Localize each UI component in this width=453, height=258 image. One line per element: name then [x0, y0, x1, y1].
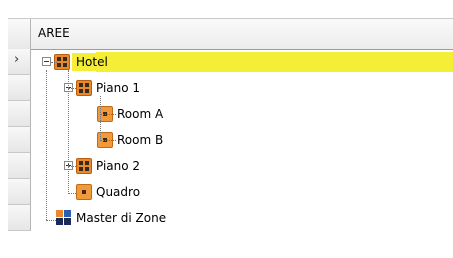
- master-zone-icon-square: [56, 217, 63, 225]
- tree-connector-line: [51, 62, 57, 63]
- tree-node-label: Room A: [117, 106, 164, 121]
- tree-row-hotel[interactable]: › Hotel: [8, 49, 453, 75]
- grid-header: AREE: [8, 18, 453, 50]
- master-zone-icon-square: [64, 209, 71, 217]
- tree-node-master-di-zone[interactable]: Master di Zone: [56, 205, 166, 230]
- tree-node-label: Room B: [117, 132, 164, 147]
- tree-node-label: Master di Zone: [76, 210, 167, 225]
- tree-connector-line: [68, 88, 76, 89]
- tree-row-master-di-zone[interactable]: Master di Zone: [8, 205, 453, 231]
- tree-connector-line: [100, 96, 101, 141]
- grid-orange-icon: [76, 157, 92, 174]
- tree-row-quadro[interactable]: Quadro: [8, 179, 453, 205]
- tree-node-quadro[interactable]: Quadro: [76, 179, 140, 204]
- row-selector[interactable]: [8, 101, 31, 127]
- selection-highlight: [96, 52, 453, 72]
- row-selector[interactable]: [8, 205, 31, 231]
- row-selector[interactable]: [8, 127, 31, 153]
- tree-connector-line: [68, 193, 76, 194]
- tree-connector-line: [46, 70, 47, 220]
- tree-connector-line: [100, 114, 116, 115]
- collapse-icon[interactable]: [42, 57, 51, 66]
- header-corner[interactable]: [8, 19, 31, 49]
- row-selector[interactable]: [8, 179, 31, 205]
- column-header-aree[interactable]: AREE: [38, 26, 70, 40]
- tree-node-label: Hotel: [72, 52, 112, 71]
- tree-node-label: Piano 1: [96, 80, 141, 95]
- tree-connector-line: [46, 220, 56, 221]
- row-selector[interactable]: ›: [8, 49, 31, 75]
- tree-node-label: Piano 2: [96, 158, 141, 173]
- tree-row-room-b[interactable]: Room B: [8, 127, 453, 153]
- tree-node-label: Quadro: [96, 184, 141, 199]
- master-zone-icon: [56, 209, 72, 226]
- master-zone-icon-square: [56, 209, 63, 217]
- tree-connector-line: [68, 166, 76, 167]
- row-selector[interactable]: [8, 153, 31, 179]
- row-selector[interactable]: [8, 75, 31, 101]
- current-row-arrow-icon: ›: [14, 52, 20, 67]
- tree-row-room-a[interactable]: Room A: [8, 101, 453, 127]
- master-zone-icon-square: [64, 217, 71, 225]
- tree-connector-line: [100, 140, 116, 141]
- tree-grid: AREE › Hotel Piano 1 Room A Room B Piano…: [8, 10, 453, 258]
- grid-orange-icon: [76, 79, 92, 96]
- room-orange-icon: [76, 183, 92, 200]
